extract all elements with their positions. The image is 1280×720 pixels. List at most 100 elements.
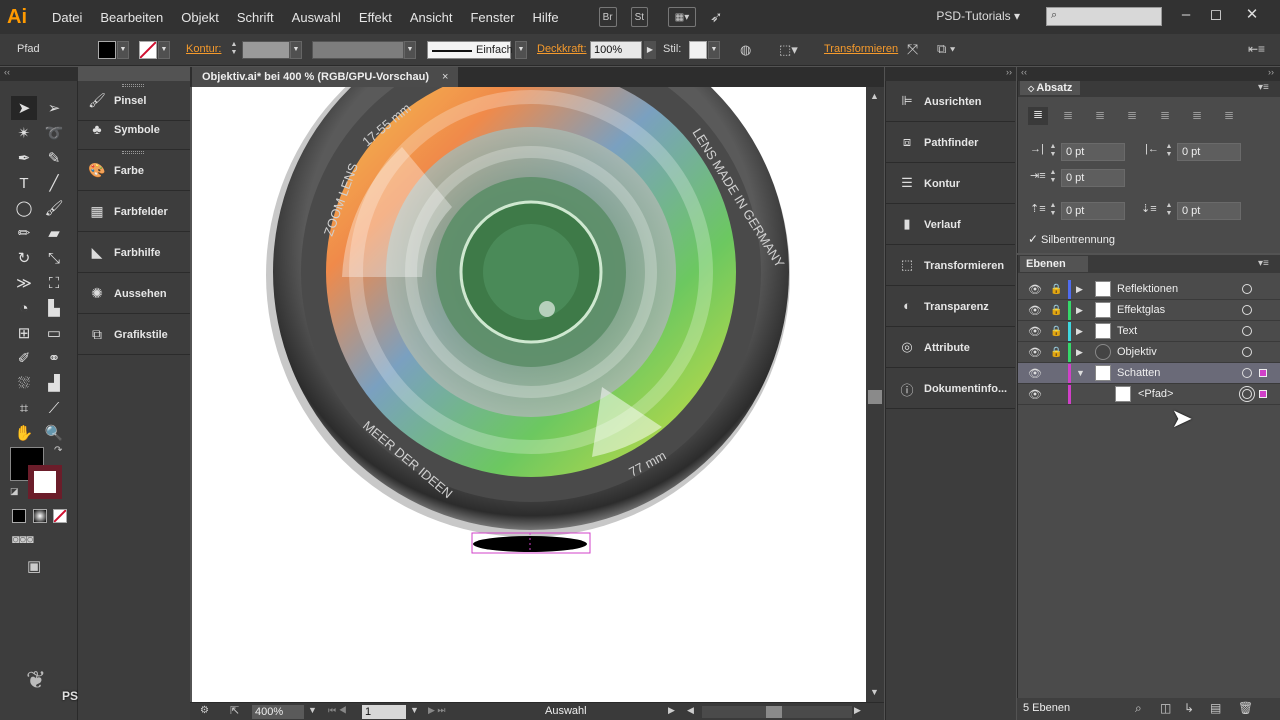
artboard-next-icon[interactable]: ▶ ⏭ xyxy=(428,705,446,716)
free-transform-tool-icon[interactable]: ⛶ xyxy=(41,271,67,295)
left-indent-input[interactable]: 0 pt xyxy=(1061,143,1125,161)
layer-name[interactable]: Text xyxy=(1117,325,1137,337)
symbol-sprayer-tool-icon[interactable]: ⛆ xyxy=(11,371,37,395)
space-before-input[interactable]: 0 pt xyxy=(1061,202,1125,220)
variable-width-dropdown[interactable]: ▼ xyxy=(404,41,416,59)
target-circle-icon[interactable] xyxy=(1242,368,1252,378)
selection-tool-icon[interactable]: ➤ xyxy=(11,96,37,120)
stroke-weight-dropdown[interactable]: ▼ xyxy=(290,41,302,59)
target-circle-icon[interactable] xyxy=(1242,284,1252,294)
graphic-style-dropdown[interactable]: ▼ xyxy=(708,41,720,59)
collapse-icon[interactable]: ›› xyxy=(1006,67,1012,77)
panel-attribute[interactable]: ◎ Attribute xyxy=(886,328,1015,368)
expand-arrow-icon[interactable]: ▶ xyxy=(1076,284,1083,295)
variable-width-select[interactable] xyxy=(312,41,404,59)
align-right-icon[interactable]: ≣ xyxy=(1095,108,1105,122)
deckkraft-link[interactable]: Deckkraft: xyxy=(537,43,587,55)
magic-wand-tool-icon[interactable]: ✴ xyxy=(11,121,37,145)
scroll-thumb[interactable] xyxy=(868,390,882,404)
scroll-down-icon[interactable]: ▼ xyxy=(870,687,879,697)
visibility-eye-icon[interactable]: 👁 xyxy=(1028,304,1042,317)
screen-mode-icon[interactable]: ▣ xyxy=(27,557,41,575)
zoom-dropdown-icon[interactable]: ▼ xyxy=(308,705,317,715)
stroke-weight-spinner[interactable]: ▲ ▼ xyxy=(228,41,240,59)
lock-icon[interactable]: 🔒 xyxy=(1050,284,1062,295)
panel-transparenz[interactable]: ◐ Transparenz xyxy=(886,287,1015,327)
perspective-grid-tool-icon[interactable]: ▙ xyxy=(41,296,67,320)
panel-transformieren[interactable]: ⬚ Transformieren xyxy=(886,246,1015,286)
artboard-canvas[interactable]: ZOOM LENS 17-55 mm LENS MADE IN GERMANY … xyxy=(192,87,866,702)
stroke-color-swatch[interactable] xyxy=(28,465,62,499)
gpu-icon[interactable]: ⚙ xyxy=(200,705,209,716)
opacity-input[interactable]: 100% xyxy=(590,41,642,59)
locate-object-icon[interactable]: ⌕ xyxy=(1135,701,1142,716)
layer-row-text[interactable]: 👁 🔒 ▶ Text xyxy=(1018,321,1280,342)
right-indent-input[interactable]: 0 pt xyxy=(1177,143,1241,161)
vertical-scrollbar[interactable]: ▲ ▼ xyxy=(866,87,884,702)
target-circle-icon[interactable] xyxy=(1242,326,1252,336)
horizontal-scrollbar[interactable] xyxy=(702,706,852,718)
pen-tool-icon[interactable]: ✒ xyxy=(11,146,37,170)
layer-name[interactable]: Schatten xyxy=(1117,367,1160,379)
artboard-dropdown-icon[interactable]: ▼ xyxy=(410,705,419,715)
right-indent-spinner[interactable]: ▲ ▼ xyxy=(1164,143,1174,161)
close-window-button[interactable]: ✕ xyxy=(1237,3,1267,27)
brush-style-dropdown[interactable]: ▼ xyxy=(515,41,527,59)
brush-style-select[interactable]: Einfach xyxy=(427,41,513,59)
collapse-arrow-icon[interactable]: ▼ xyxy=(1076,368,1085,378)
panel-grafikstile[interactable]: ⧉ Grafikstile xyxy=(78,315,190,355)
new-layer-icon[interactable]: ▤ xyxy=(1210,701,1221,715)
eyedropper-tool-icon[interactable]: ✐ xyxy=(11,346,37,370)
isolate-icon[interactable]: ⧉ ▾ xyxy=(937,41,955,57)
layer-name[interactable]: Reflektionen xyxy=(1117,283,1178,295)
direct-selection-tool-icon[interactable]: ➢ xyxy=(41,96,67,120)
document-tab[interactable]: Objektiv.ai* bei 400 % (RGB/GPU-Vorschau… xyxy=(192,67,458,87)
shape-builder-tool-icon[interactable]: ◔ xyxy=(11,296,37,320)
space-before-spinner[interactable]: ▲ ▼ xyxy=(1048,202,1058,220)
scroll-thumb[interactable] xyxy=(766,706,782,718)
hand-tool-icon[interactable]: ✋ xyxy=(11,421,37,445)
clipping-mask-icon[interactable]: ◫ xyxy=(1160,701,1171,715)
panel-dokumentinfo[interactable]: ⓘ Dokumentinfo... xyxy=(886,369,1015,409)
right-dock-header[interactable]: ‹‹ ›› xyxy=(1017,67,1280,81)
line-tool-icon[interactable]: ╱ xyxy=(41,171,67,195)
ebenen-tab[interactable]: Ebenen xyxy=(1020,256,1088,272)
mid-dock-header[interactable]: ›› xyxy=(885,67,1016,81)
collapse-icon[interactable]: ‹‹ xyxy=(4,67,10,77)
menu-schrift[interactable]: Schrift xyxy=(237,10,274,25)
panel-aussehen[interactable]: ✺ Aussehen xyxy=(78,274,190,314)
curvature-tool-icon[interactable]: ✎ xyxy=(41,146,67,170)
drawing-modes-icon[interactable]: ◙◙◙ xyxy=(12,532,34,546)
panel-farbhilfe[interactable]: ◣ Farbhilfe xyxy=(78,233,190,273)
visibility-eye-icon[interactable]: 👁 xyxy=(1028,388,1042,401)
layer-row-objektiv[interactable]: 👁 🔒 ▶ Objektiv xyxy=(1018,342,1280,363)
panel-menu-icon[interactable]: ⇤≡ xyxy=(1248,42,1265,56)
layer-row-reflektionen[interactable]: 👁 🔒 ▶ Reflektionen xyxy=(1018,279,1280,300)
rotate-tool-icon[interactable]: ↻ xyxy=(11,246,37,270)
artboard-first-icon[interactable]: ⏮ ◀ xyxy=(328,705,347,716)
gradient-mode-icon[interactable] xyxy=(33,509,47,523)
artboard-tool-icon[interactable]: ⌗ xyxy=(11,396,37,420)
workspace-switcher[interactable]: PSD-Tutorials ▾ xyxy=(936,9,1020,23)
first-line-indent-spinner[interactable]: ▲ ▼ xyxy=(1048,169,1058,187)
menu-bearbeiten[interactable]: Bearbeiten xyxy=(100,10,163,25)
align-to-icon[interactable]: ⬚▾ xyxy=(779,42,798,58)
width-tool-icon[interactable]: ≫ xyxy=(11,271,37,295)
paintbrush-tool-icon[interactable]: 🖌 xyxy=(41,196,67,220)
toolbar-header[interactable]: ‹‹ xyxy=(0,67,78,81)
stroke-swatch[interactable] xyxy=(139,41,157,59)
menu-auswahl[interactable]: Auswahl xyxy=(292,10,341,25)
selection-indicator[interactable] xyxy=(1259,390,1267,398)
space-after-spinner[interactable]: ▲ ▼ xyxy=(1164,202,1174,220)
align-center-icon[interactable]: ≣ xyxy=(1063,108,1073,122)
fill-swatch[interactable] xyxy=(98,41,116,59)
gpu-performance-icon[interactable]: ➶ xyxy=(710,8,723,26)
panel-farbfelder[interactable]: ▦ Farbfelder xyxy=(78,192,190,232)
transform-each-icon[interactable]: ⤧ xyxy=(907,41,918,58)
layer-name[interactable]: <Pfad> xyxy=(1138,388,1173,400)
arrange-documents-icon[interactable]: ▦▾ xyxy=(668,7,697,27)
selection-indicator[interactable] xyxy=(1259,369,1267,377)
align-left-icon[interactable]: ≣ xyxy=(1028,107,1048,125)
slice-tool-icon[interactable]: ⟋ xyxy=(41,396,67,420)
swap-colors-icon[interactable]: ↷ xyxy=(54,445,62,456)
